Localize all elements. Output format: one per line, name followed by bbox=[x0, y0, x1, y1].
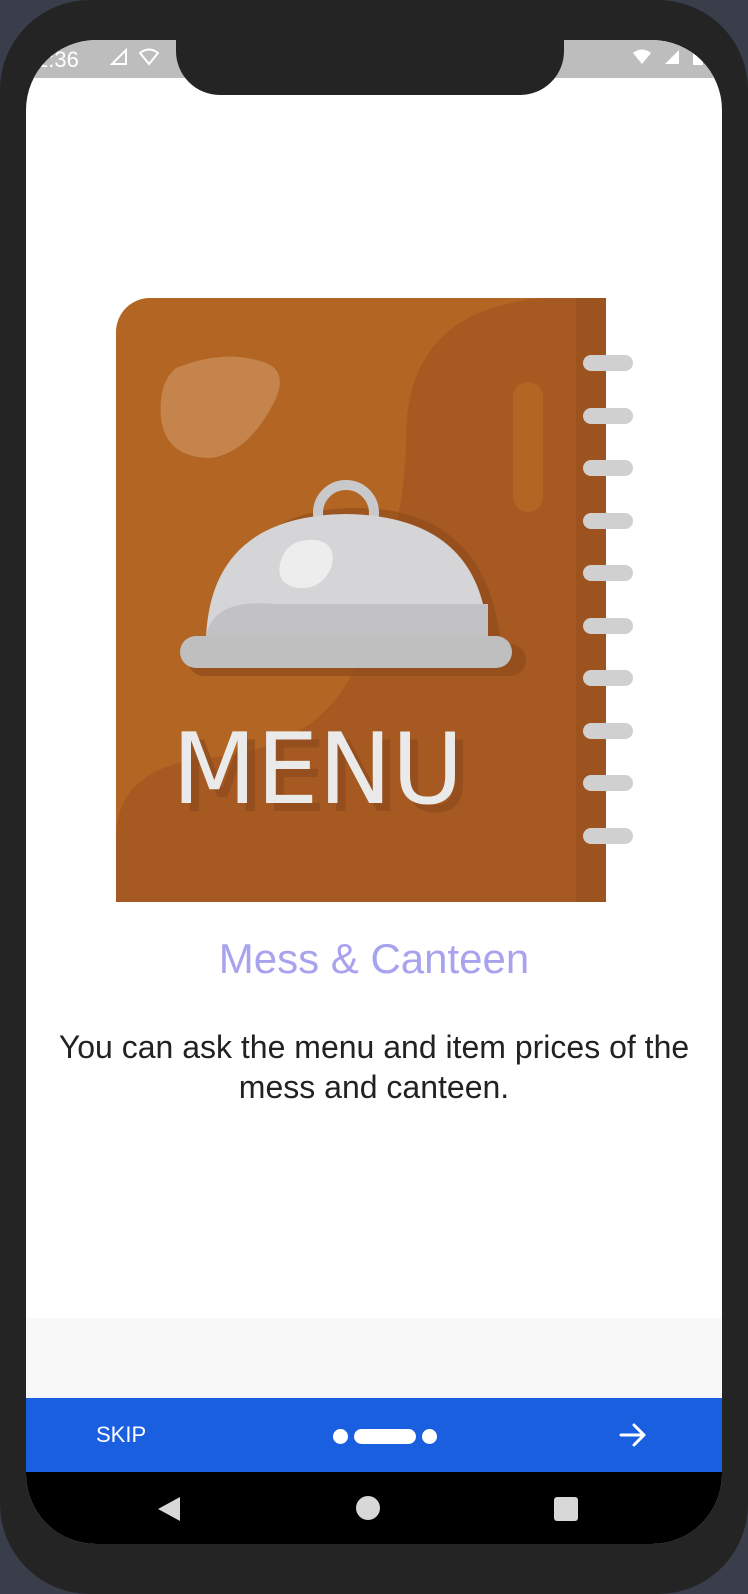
status-time: 1:36 bbox=[36, 47, 79, 72]
phone-frame: 1:36 MENU MENU Mess & Canteen You can as… bbox=[0, 0, 748, 1594]
onboarding-description: You can ask the menu and item prices of … bbox=[58, 1029, 690, 1105]
recents-icon[interactable] bbox=[554, 1497, 578, 1521]
page-indicator-dot[interactable] bbox=[422, 1428, 437, 1444]
content-footer-band bbox=[26, 1318, 722, 1398]
wifi-off-icon bbox=[632, 49, 651, 64]
onboarding-title: Mess & Canteen bbox=[218, 935, 530, 982]
status-right-icons bbox=[632, 48, 704, 71]
page-indicator-dot[interactable] bbox=[333, 1428, 348, 1444]
back-icon[interactable] bbox=[156, 1494, 184, 1524]
system-nav-bar bbox=[26, 1472, 722, 1544]
wifi-unknown-icon bbox=[138, 48, 160, 66]
signal-unknown-icon bbox=[109, 47, 127, 65]
cell-signal-icon bbox=[664, 50, 679, 64]
screen: 1:36 MENU MENU Mess & Canteen You can as… bbox=[26, 40, 722, 1544]
skip-button[interactable]: SKIP bbox=[96, 1422, 146, 1448]
page-indicator-dot-active[interactable] bbox=[354, 1428, 416, 1444]
status-left-icons bbox=[109, 47, 160, 71]
menu-label: MENU bbox=[172, 713, 464, 827]
camera-notch bbox=[176, 40, 564, 95]
onboarding-bottom-bar: SKIP bbox=[26, 1398, 722, 1472]
page-indicator bbox=[333, 1428, 437, 1444]
arrow-right-icon[interactable] bbox=[616, 1418, 650, 1452]
battery-icon bbox=[693, 50, 703, 65]
menu-book-with-cloche-icon: MENU MENU bbox=[116, 298, 633, 902]
home-icon[interactable] bbox=[356, 1496, 380, 1520]
